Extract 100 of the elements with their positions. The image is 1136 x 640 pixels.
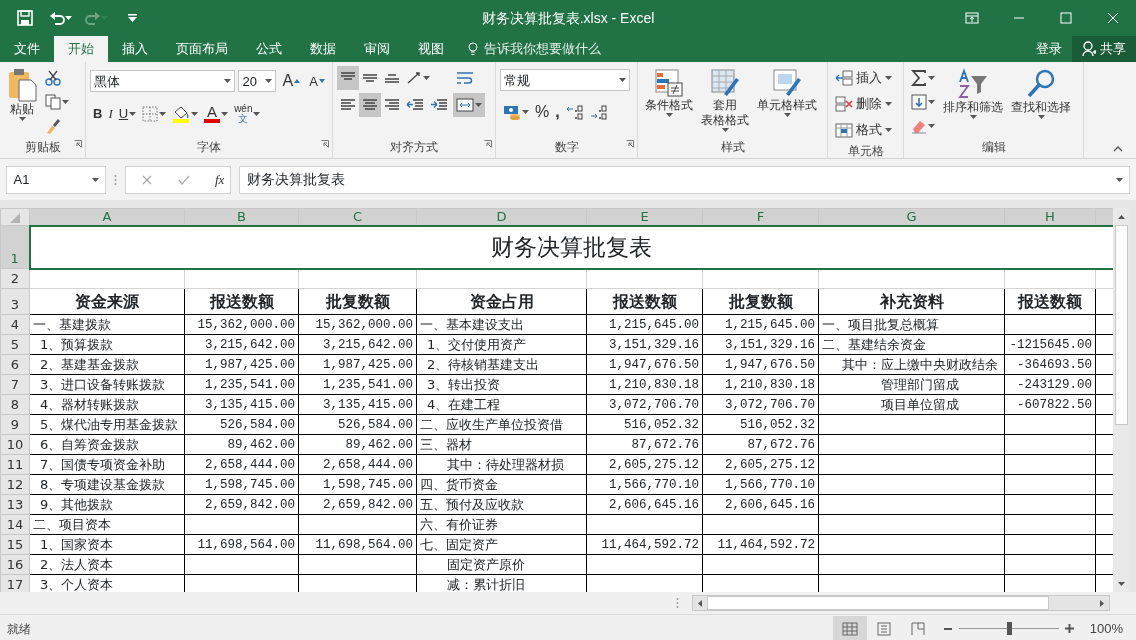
column-header[interactable]: C: [298, 208, 417, 226]
column-header[interactable]: F: [702, 208, 819, 226]
insert-function-button[interactable]: fx: [212, 167, 228, 192]
header-cell: 报送数额: [586, 288, 703, 315]
divider-dots-icon: [114, 173, 117, 186]
column-header[interactable]: B: [184, 208, 299, 226]
scrollbar-thumb[interactable]: [707, 596, 1049, 610]
decrease-indent-icon: [406, 99, 424, 112]
ribbon-tab[interactable]: 文件: [0, 36, 54, 62]
search-icon: [1025, 68, 1057, 100]
shrink-font-button[interactable]: A: [306, 69, 328, 94]
copy-icon: [45, 94, 61, 110]
ribbon-tab[interactable]: 插入: [108, 36, 162, 62]
person-icon: [1082, 41, 1096, 57]
format-cells-icon: [835, 122, 853, 138]
phonetic-button[interactable]: wén 文: [231, 101, 264, 126]
bold-button[interactable]: B: [90, 101, 106, 126]
horizontal-scrollbar[interactable]: [692, 595, 1110, 611]
caret-icon: [928, 76, 935, 80]
column-header[interactable]: G: [818, 208, 1005, 226]
underline-button[interactable]: U: [115, 101, 140, 126]
caret-icon: [18, 117, 26, 121]
column-header[interactable]: A: [29, 208, 185, 226]
paintbrush-icon: [45, 118, 61, 134]
ribbon-tab[interactable]: 开始: [54, 36, 108, 62]
ribbon-tab[interactable]: 审阅: [350, 36, 404, 62]
font-size-dropdown[interactable]: 20: [238, 70, 277, 93]
undo-icon: [49, 11, 65, 25]
caret-icon: [221, 111, 229, 116]
row-header[interactable]: 2: [0, 268, 30, 289]
editing-button[interactable]: 查找和选择: [1008, 66, 1074, 138]
ribbon-tab[interactable]: 公式: [242, 36, 296, 62]
row-header[interactable]: 4: [0, 314, 30, 335]
caret-icon: [224, 79, 232, 84]
header-cell: 资金来源: [29, 288, 185, 315]
ribbon-display-icon: [964, 12, 979, 24]
number-format-dropdown[interactable]: 常规: [500, 69, 630, 92]
ribbon-tab[interactable]: 数据: [296, 36, 350, 62]
zoom-level[interactable]: 100%: [1076, 618, 1136, 639]
cells-button[interactable]: 插入: [832, 66, 899, 90]
style-button[interactable]: 套用 表格格式: [698, 66, 752, 138]
row-header[interactable]: 7: [0, 374, 30, 395]
formula-input[interactable]: 财务决算批复表: [239, 165, 1130, 194]
alignment-button[interactable]: [337, 66, 359, 90]
header-cell: 报送数额: [184, 288, 299, 315]
row-header[interactable]: 16: [0, 554, 30, 575]
title-cell[interactable]: 财务决算批复表: [29, 225, 1113, 269]
italic-button[interactable]: I: [105, 101, 116, 126]
row-header[interactable]: 12: [0, 474, 30, 495]
zoom-slider[interactable]: [1006, 622, 1012, 635]
caret-icon: [1118, 581, 1125, 586]
scrollbar-thumb[interactable]: [1115, 225, 1128, 425]
row-header[interactable]: 3: [0, 288, 30, 315]
row-header[interactable]: 13: [0, 494, 30, 515]
name-box[interactable]: A1: [6, 165, 106, 194]
style-button[interactable]: 条件格式: [642, 66, 696, 138]
row-header[interactable]: 15: [0, 534, 30, 555]
column-header[interactable]: D: [416, 208, 587, 226]
merge-button[interactable]: [453, 93, 485, 118]
conditional-format-icon: [654, 68, 684, 98]
window-title: 财务决算批复表.xlsx - Excel: [480, 8, 656, 28]
font-color-button[interactable]: A: [201, 101, 232, 126]
grow-font-button[interactable]: A: [279, 69, 304, 94]
row-header[interactable]: 5: [0, 334, 30, 355]
editing-button[interactable]: 排序和筛选: [940, 66, 1006, 138]
close-icon: [1106, 12, 1119, 24]
collapse-ribbon-icon: [1113, 145, 1123, 152]
ribbon-tab[interactable]: 页面布局: [162, 36, 242, 62]
row-header[interactable]: 14: [0, 514, 30, 535]
header-cell: 补充资料: [818, 288, 1005, 315]
row-header[interactable]: 10: [0, 434, 30, 455]
ribbon-tab[interactable]: 视图: [404, 36, 458, 62]
comma-button[interactable]: ,: [552, 99, 563, 124]
cells-button[interactable]: 格式: [832, 118, 899, 142]
divider-dots-icon: [676, 597, 679, 609]
paste-button[interactable]: 粘贴: [4, 66, 40, 138]
column-header[interactable]: E: [586, 208, 703, 226]
style-button[interactable]: 单元格样式: [754, 66, 820, 138]
column-header[interactable]: H: [1004, 208, 1096, 226]
row-header[interactable]: 1: [0, 225, 30, 269]
view-button[interactable]: [832, 615, 867, 640]
caret-icon: [619, 78, 626, 83]
page-break-icon: [909, 621, 926, 636]
share-button[interactable]: 共享: [1072, 36, 1136, 62]
row-header[interactable]: 8: [0, 394, 30, 415]
sign-in-link[interactable]: 登录: [1026, 36, 1072, 62]
header-cell: 报送数额: [1004, 288, 1096, 315]
row-header[interactable]: 6: [0, 354, 30, 375]
corner-triangle-icon: [10, 213, 20, 223]
tell-me-field[interactable]: 告诉我你想要做什么: [458, 36, 611, 62]
font-name-dropdown[interactable]: 黑体: [90, 70, 236, 93]
row-header[interactable]: 11: [0, 454, 30, 475]
right-triangle-icon: [1100, 599, 1104, 607]
caret-icon: [665, 113, 673, 117]
alignment-button[interactable]: [359, 93, 381, 118]
cells-button[interactable]: 删除: [832, 92, 899, 116]
header-cell: 资金占用: [416, 288, 587, 315]
percent-button[interactable]: %: [532, 99, 553, 124]
row-header[interactable]: 9: [0, 414, 30, 435]
save-icon: [16, 10, 33, 26]
